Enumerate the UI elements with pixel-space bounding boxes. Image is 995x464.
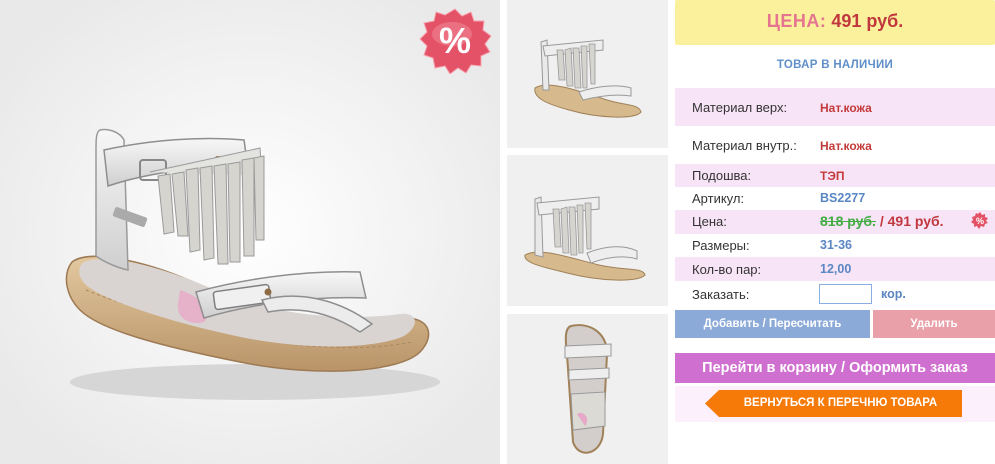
spec-row-price: Цена: 818 руб. / 491 руб. % (675, 210, 995, 234)
spec-label: Материал внутр.: (692, 138, 797, 153)
spec-value: Нат.кожа (820, 101, 872, 115)
spec-row-article: Артикул: BS2277 (675, 187, 995, 210)
back-button-label: ВЕРНУТЬСЯ К ПЕРЕЧНЮ ТОВАРА (743, 397, 938, 409)
spec-value: Нат.кожа (820, 139, 872, 153)
spec-price-value: 818 руб. / 491 руб. (820, 213, 944, 229)
spec-label: Цена: (692, 214, 727, 229)
delete-button[interactable]: Удалить (873, 310, 995, 338)
thumbnail-side-view[interactable] (507, 0, 668, 148)
price-header-label: ЦЕНА: (766, 11, 827, 31)
go-to-cart-button[interactable]: Перейти в корзину / Оформить заказ (675, 353, 995, 383)
percent-sale-badge: % (419, 8, 492, 74)
spec-label: Материал верх: (692, 100, 788, 115)
svg-text:%: % (976, 216, 984, 226)
thumbnail-top-view[interactable] (507, 314, 668, 464)
svg-text:%: % (439, 20, 471, 61)
spec-row-sizes: Размеры: 31-36 (675, 234, 995, 257)
sandal-thumb-image (507, 155, 668, 306)
spec-label: Подошва: (692, 168, 752, 183)
stock-status: ТОВАР В НАЛИЧИИ (776, 59, 894, 71)
back-button-area: ВЕРНУТЬСЯ К ПЕРЕЧНЮ ТОВАРА (675, 386, 995, 422)
spec-value: 12,00 (820, 262, 852, 276)
percent-icon: % (971, 212, 988, 229)
spec-label: Кол-во пар: (692, 262, 762, 277)
spec-row-pairs: Кол-во пар: 12,00 (675, 257, 995, 281)
quantity-unit: кор. (881, 287, 906, 301)
thumbnail-angle-view[interactable] (507, 155, 668, 306)
sandal-thumb-image (507, 0, 668, 148)
back-to-list-button[interactable]: ВЕРНУТЬСЯ К ПЕРЕЧНЮ ТОВАРА (705, 390, 962, 417)
main-product-image[interactable]: % (0, 0, 500, 464)
spec-value: BS2277 (820, 191, 866, 205)
quantity-input[interactable] (819, 284, 872, 304)
new-price: / 491 руб. (879, 213, 944, 229)
spec-label: Заказать: (692, 287, 750, 302)
sandal-thumb-image (507, 314, 668, 464)
spec-row-material-inner: Материал внутр.: Нат.кожа (675, 126, 995, 164)
spec-value: 31-36 (820, 238, 852, 252)
spec-row-sole: Подошва: ТЭП (675, 164, 995, 187)
old-price: 818 руб. (820, 213, 876, 229)
price-header: ЦЕНА: 491 руб. (675, 0, 995, 45)
product-info-panel: ЦЕНА: 491 руб. ТОВАР В НАЛИЧИИ Материал … (675, 0, 995, 464)
spec-row-material-top: Материал верх: Нат.кожа (675, 88, 995, 126)
spec-value: ТЭП (820, 169, 845, 183)
add-recalculate-button[interactable]: Добавить / Пересчитать (675, 310, 870, 338)
spec-label: Размеры: (692, 238, 750, 253)
price-header-value: 491 руб. (831, 11, 904, 31)
spec-label: Артикул: (692, 191, 745, 206)
